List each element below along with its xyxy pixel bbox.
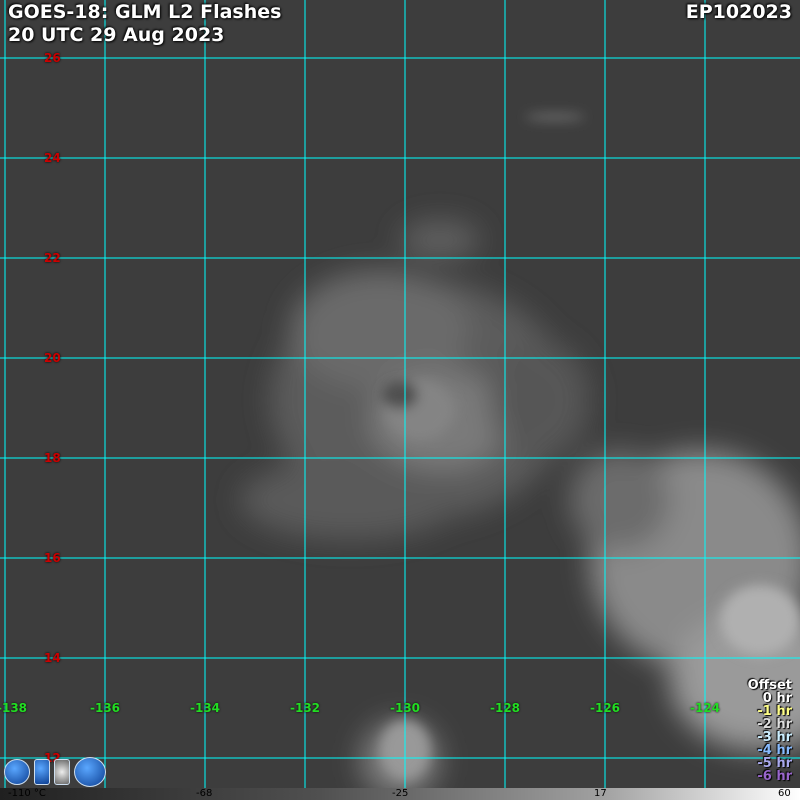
- agency-logos: [4, 757, 106, 787]
- colorbar-label: -25: [392, 788, 409, 799]
- cira-logo: [54, 759, 70, 785]
- satellite-map: GOES-18: GLM L2 Flashes 20 UTC 29 Aug 20…: [0, 0, 800, 800]
- longitude-label: -138: [0, 701, 28, 715]
- longitude-label: -134: [189, 701, 221, 715]
- colorbar-label: -110 °C: [8, 788, 46, 799]
- satellite-imagery: [0, 0, 800, 800]
- offset-legend-item: -6 hr: [757, 769, 792, 784]
- product-title: GOES-18: GLM L2 Flashes: [8, 1, 282, 23]
- observation-datetime: 20 UTC 29 Aug 2023: [8, 24, 225, 46]
- longitude-label: -128: [489, 701, 521, 715]
- longitude-label: -130: [389, 701, 421, 715]
- colorbar-label: 17: [594, 788, 607, 799]
- latitude-label: 20: [44, 351, 61, 365]
- latitude-label: 18: [44, 451, 61, 465]
- colorbar-label: -68: [196, 788, 213, 799]
- noaa-logo: [4, 759, 30, 785]
- longitude-label: -132: [289, 701, 321, 715]
- longitude-label: -124: [689, 701, 721, 715]
- colorbar-label: 60: [778, 788, 791, 799]
- latitude-label: 26: [44, 51, 61, 65]
- storm-id: EP102023: [685, 1, 792, 23]
- longitude-label: -126: [589, 701, 621, 715]
- latitude-label: 24: [44, 151, 61, 165]
- nesdis-logo: [34, 759, 50, 785]
- longitude-label: -136: [89, 701, 121, 715]
- latitude-label: 14: [44, 651, 61, 665]
- latitude-label: 22: [44, 251, 61, 265]
- offset-legend: Offset 0 hr -1 hr -2 hr -3 hr -4 hr -5 hr -6 h…: [748, 679, 792, 783]
- latitude-label: 16: [44, 551, 61, 565]
- rammb-logo: [74, 757, 106, 787]
